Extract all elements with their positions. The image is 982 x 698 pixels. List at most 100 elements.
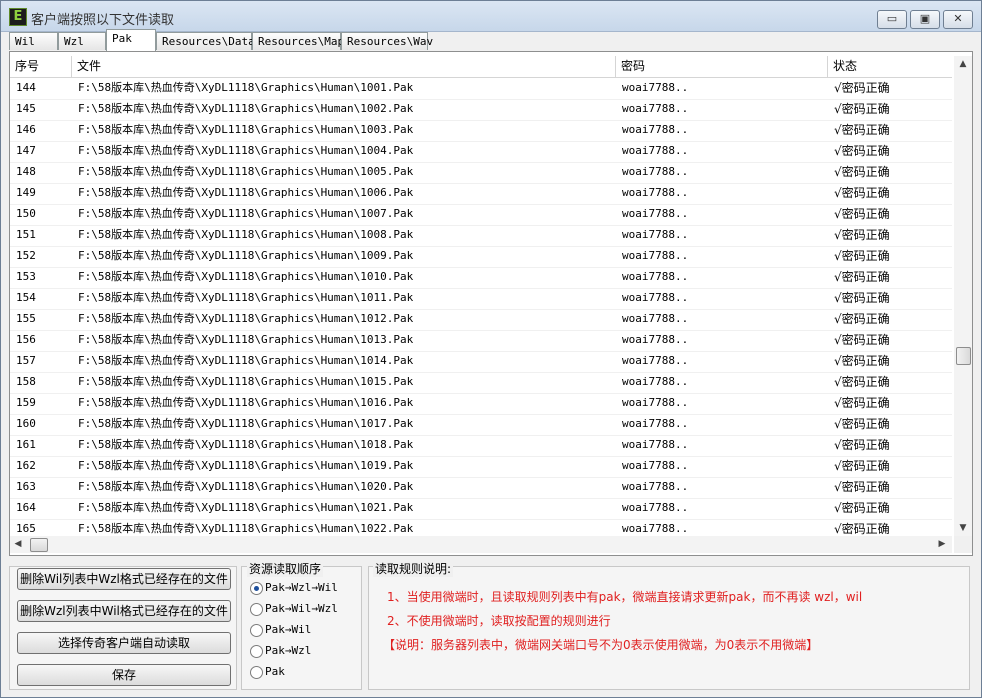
column-header-file[interactable]: 文件 xyxy=(72,56,616,77)
table-row[interactable]: 149 F:\58版本库\热血传奇\XyDL1118\Graphics\Human… xyxy=(10,183,952,205)
cell-index: 159 xyxy=(16,396,36,409)
vertical-scroll-thumb[interactable] xyxy=(956,347,971,365)
tab-wzl[interactable]: Wzl xyxy=(58,32,106,50)
column-header-password[interactable]: 密码 xyxy=(616,56,828,77)
cell-index: 162 xyxy=(16,459,36,472)
radio-button-icon[interactable] xyxy=(250,645,263,658)
cell-status: √密码正确 xyxy=(834,438,890,452)
cell-file: F:\58版本库\热血传奇\XyDL1118\Graphics\Human\10… xyxy=(78,459,414,472)
radio-button-icon[interactable] xyxy=(250,666,263,679)
table-row[interactable]: 157 F:\58版本库\热血传奇\XyDL1118\Graphics\Human… xyxy=(10,351,952,373)
cell-status: √密码正确 xyxy=(834,102,890,116)
table-row[interactable]: 158 F:\58版本库\热血传奇\XyDL1118\Graphics\Human… xyxy=(10,372,952,394)
column-header-index[interactable]: 序号 xyxy=(10,56,72,77)
save-button[interactable]: 保存 xyxy=(17,664,231,686)
table-row[interactable]: 156 F:\58版本库\热血传奇\XyDL1118\Graphics\Human… xyxy=(10,330,952,352)
cell-file: F:\58版本库\热血传奇\XyDL1118\Graphics\Human\10… xyxy=(78,207,414,220)
column-header-status[interactable]: 状态 xyxy=(828,56,952,77)
table-row[interactable]: 165 F:\58版本库\热血传奇\XyDL1118\Graphics\Human… xyxy=(10,519,952,536)
cell-file: F:\58版本库\热血传奇\XyDL1118\Graphics\Human\10… xyxy=(78,165,414,178)
cell-index: 156 xyxy=(16,333,36,346)
cell-status: √密码正确 xyxy=(834,207,890,221)
cell-index: 145 xyxy=(16,102,36,115)
cell-password: woai7788.. xyxy=(622,501,689,514)
tab-resources-wav[interactable]: Resources\Wav xyxy=(341,32,433,50)
scroll-corner xyxy=(954,536,972,553)
tab-pak[interactable]: Pak xyxy=(106,29,156,51)
read-order-option-label: Pak→Wzl xyxy=(265,644,312,657)
radio-button-icon[interactable] xyxy=(250,603,263,616)
cell-file: F:\58版本库\热血传奇\XyDL1118\Graphics\Human\10… xyxy=(78,417,414,430)
table-row[interactable]: 144 F:\58版本库\热血传奇\XyDL1118\Graphics\Human… xyxy=(10,78,952,100)
table-row[interactable]: 151 F:\58版本库\热血传奇\XyDL1118\Graphics\Human… xyxy=(10,225,952,247)
cell-file: F:\58版本库\热血传奇\XyDL1118\Graphics\Human\10… xyxy=(78,312,414,325)
maximize-button[interactable]: ▣ xyxy=(910,10,940,29)
table-row[interactable]: 147 F:\58版本库\热血传奇\XyDL1118\Graphics\Human… xyxy=(10,141,952,163)
tab-wil[interactable]: Wil xyxy=(9,32,58,50)
cell-status: √密码正确 xyxy=(834,186,890,200)
close-button[interactable]: ✕ xyxy=(943,10,973,29)
table-row[interactable]: 159 F:\58版本库\热血传奇\XyDL1118\Graphics\Human… xyxy=(10,393,952,415)
cell-status: √密码正确 xyxy=(834,480,890,494)
main-window: E 客户端按照以下文件读取 ▭ ▣ ✕ Wil Wzl Pak Resource… xyxy=(0,0,982,698)
delete-wil-duplicates-button[interactable]: 删除Wil列表中Wzl格式已经存在的文件 xyxy=(17,568,231,590)
rule-line-1: 1、当使用微端时，且读取规则列表中有pak，微端直接请求更新pak，而不再读 w… xyxy=(387,590,863,604)
vertical-scrollbar[interactable]: ▲ ▼ xyxy=(954,56,972,536)
radio-button-icon[interactable] xyxy=(250,582,263,595)
table-row[interactable]: 153 F:\58版本库\热血传奇\XyDL1118\Graphics\Human… xyxy=(10,267,952,289)
scroll-left-arrow-icon[interactable]: ◀ xyxy=(10,536,26,552)
cell-file: F:\58版本库\热血传奇\XyDL1118\Graphics\Human\10… xyxy=(78,123,414,136)
horizontal-scroll-thumb[interactable] xyxy=(30,538,48,552)
table-row[interactable]: 154 F:\58版本库\热血传奇\XyDL1118\Graphics\Human… xyxy=(10,288,952,310)
cell-status: √密码正确 xyxy=(834,165,890,179)
table-row[interactable]: 150 F:\58版本库\热血传奇\XyDL1118\Graphics\Human… xyxy=(10,204,952,226)
scroll-up-arrow-icon[interactable]: ▲ xyxy=(954,56,972,72)
choose-client-button[interactable]: 选择传奇客户端自动读取 xyxy=(17,632,231,654)
rules-title: 读取规则说明: xyxy=(373,560,454,577)
cell-index: 150 xyxy=(16,207,36,220)
radio-button-icon[interactable] xyxy=(250,624,263,637)
tab-resources-data[interactable]: Resources\Data xyxy=(156,32,255,50)
cell-status: √密码正确 xyxy=(834,417,890,431)
cell-index: 154 xyxy=(16,291,36,304)
table-row[interactable]: 145 F:\58版本库\热血传奇\XyDL1118\Graphics\Human… xyxy=(10,99,952,121)
tab-resources-map[interactable]: Resources\Map xyxy=(252,32,344,50)
cell-status: √密码正确 xyxy=(834,459,890,473)
cell-index: 151 xyxy=(16,228,36,241)
table-row[interactable]: 160 F:\58版本库\热血传奇\XyDL1118\Graphics\Human… xyxy=(10,414,952,436)
scroll-right-arrow-icon[interactable]: ▶ xyxy=(934,536,950,552)
horizontal-scrollbar[interactable]: ◀ ▶ xyxy=(10,536,952,553)
cell-file: F:\58版本库\热血传奇\XyDL1118\Graphics\Human\10… xyxy=(78,438,414,451)
table-row[interactable]: 162 F:\58版本库\热血传奇\XyDL1118\Graphics\Human… xyxy=(10,456,952,478)
cell-status: √密码正确 xyxy=(834,375,890,389)
title-bar[interactable]: E 客户端按照以下文件读取 ▭ ▣ ✕ xyxy=(1,1,981,32)
cell-index: 144 xyxy=(16,81,36,94)
cell-status: √密码正确 xyxy=(834,501,890,515)
delete-wzl-duplicates-button[interactable]: 删除Wzl列表中Wil格式已经存在的文件 xyxy=(17,600,231,622)
minimize-button[interactable]: ▭ xyxy=(877,10,907,29)
cell-file: F:\58版本库\热血传奇\XyDL1118\Graphics\Human\10… xyxy=(78,186,414,199)
cell-status: √密码正确 xyxy=(834,291,890,305)
cell-status: √密码正确 xyxy=(834,312,890,326)
table-row[interactable]: 155 F:\58版本库\热血传奇\XyDL1118\Graphics\Human… xyxy=(10,309,952,331)
cell-file: F:\58版本库\热血传奇\XyDL1118\Graphics\Human\10… xyxy=(78,480,414,493)
cell-password: woai7788.. xyxy=(622,480,689,493)
cell-file: F:\58版本库\热血传奇\XyDL1118\Graphics\Human\10… xyxy=(78,228,414,241)
table-row[interactable]: 152 F:\58版本库\热血传奇\XyDL1118\Graphics\Human… xyxy=(10,246,952,268)
table-row[interactable]: 148 F:\58版本库\热血传奇\XyDL1118\Graphics\Human… xyxy=(10,162,952,184)
list-rows: 144 F:\58版本库\热血传奇\XyDL1118\Graphics\Human… xyxy=(10,78,952,536)
file-list[interactable]: 序号 文件 密码 状态 144 F:\58版本库\热血传奇\XyDL1118\Gr… xyxy=(9,51,973,556)
cell-status: √密码正确 xyxy=(834,123,890,137)
cell-file: F:\58版本库\热血传奇\XyDL1118\Graphics\Human\10… xyxy=(78,375,414,388)
scroll-down-arrow-icon[interactable]: ▼ xyxy=(954,520,972,536)
cell-file: F:\58版本库\热血传奇\XyDL1118\Graphics\Human\10… xyxy=(78,81,414,94)
cell-password: woai7788.. xyxy=(622,249,689,262)
table-row[interactable]: 164 F:\58版本库\热血传奇\XyDL1118\Graphics\Human… xyxy=(10,498,952,520)
cell-password: woai7788.. xyxy=(622,165,689,178)
cell-file: F:\58版本库\热血传奇\XyDL1118\Graphics\Human\10… xyxy=(78,102,414,115)
table-row[interactable]: 146 F:\58版本库\热血传奇\XyDL1118\Graphics\Human… xyxy=(10,120,952,142)
read-order-option-label: Pak→Wzl→Wil xyxy=(265,581,338,594)
table-row[interactable]: 163 F:\58版本库\热血传奇\XyDL1118\Graphics\Human… xyxy=(10,477,952,499)
cell-file: F:\58版本库\热血传奇\XyDL1118\Graphics\Human\10… xyxy=(78,270,414,283)
table-row[interactable]: 161 F:\58版本库\热血传奇\XyDL1118\Graphics\Human… xyxy=(10,435,952,457)
